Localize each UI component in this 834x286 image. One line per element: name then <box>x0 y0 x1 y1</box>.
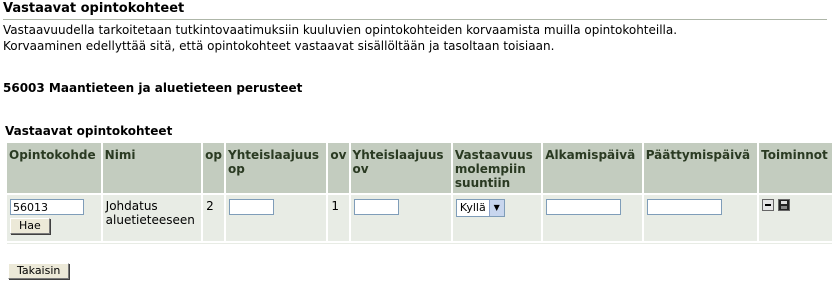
cell-opintokohde: Hae <box>5 193 103 243</box>
cell-ov: 1 <box>326 193 351 243</box>
minus-icon[interactable] <box>762 199 775 211</box>
table-row: Hae Johdatus aluetieteeseen 2 1 Kyllä ▼ <box>5 193 834 243</box>
col-header-yhteislaajuus-ov: Yhteislaajuus ov <box>348 141 453 195</box>
col-header-yhteislaajuus-op: Yhteislaajuus op <box>224 141 329 195</box>
table-header-row: Opintokohde Nimi op Yhteislaajuus op ov … <box>5 141 834 195</box>
page-title: Vastaavat opintokohteet <box>3 1 827 20</box>
start-date-input[interactable] <box>546 199 622 215</box>
course-code-input[interactable] <box>10 199 84 215</box>
back-button[interactable]: Takaisin <box>8 263 70 279</box>
col-header-ov: ov <box>326 141 351 195</box>
intro-line-2: Korvaaminen edellyttää sitä, että opinto… <box>3 39 555 53</box>
cell-yhteislaajuus-ov <box>348 193 453 243</box>
col-header-toiminnot: Toiminnot <box>757 141 834 195</box>
col-header-op: op <box>201 141 227 195</box>
cell-nimi: Johdatus aluetieteeseen <box>100 193 204 243</box>
end-date-input[interactable] <box>646 199 722 215</box>
cell-vastaavuus: Kyllä ▼ <box>450 193 544 243</box>
bidirectional-select-value: Kyllä <box>459 201 486 214</box>
table-bottom-strip <box>5 241 834 246</box>
col-header-alkamispaiva: Alkamispäivä <box>541 141 644 195</box>
equivalent-courses-table: Opintokohde Nimi op Yhteislaajuus op ov … <box>5 141 834 246</box>
cell-yhteislaajuus-op <box>224 193 329 243</box>
cell-paattymispaiva <box>641 193 760 243</box>
course-heading: 56003 Maantieteen ja aluetieteen peruste… <box>3 81 303 95</box>
intro-text: Vastaavuudella tarkoitetaan tutkintovaat… <box>3 22 677 54</box>
chevron-down-icon[interactable]: ▼ <box>488 200 504 216</box>
col-header-nimi: Nimi <box>100 141 204 195</box>
cell-op: 2 <box>201 193 227 243</box>
floppy-disk-icon[interactable] <box>778 199 791 211</box>
total-op-input[interactable] <box>229 199 275 215</box>
total-ov-input[interactable] <box>353 199 399 215</box>
section-heading: Vastaavat opintokohteet <box>5 124 173 138</box>
intro-line-1: Vastaavuudella tarkoitetaan tutkintovaat… <box>3 23 678 37</box>
cell-toiminnot <box>757 193 834 243</box>
bidirectional-select[interactable]: Kyllä ▼ <box>455 199 505 217</box>
col-header-vastaavuus: Vastaavuus molempiin suuntiin <box>450 141 544 195</box>
col-header-paattymispaiva: Päättymispäivä <box>641 141 760 195</box>
col-header-opintokohde: Opintokohde <box>5 141 103 195</box>
cell-alkamispaiva <box>541 193 644 243</box>
search-button[interactable]: Hae <box>10 218 50 234</box>
